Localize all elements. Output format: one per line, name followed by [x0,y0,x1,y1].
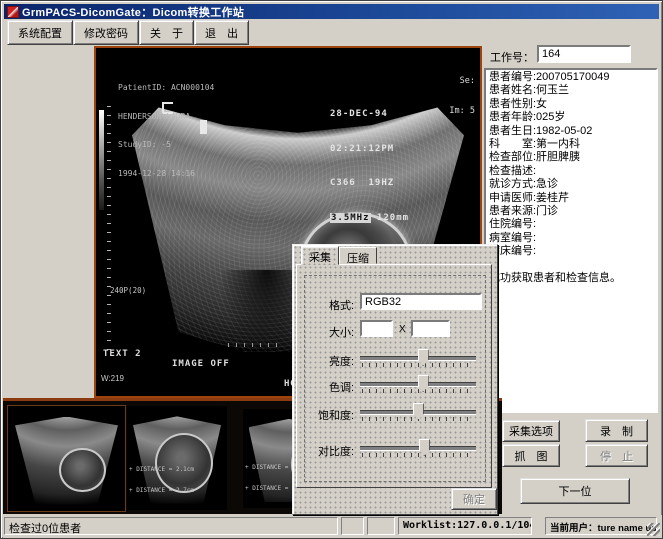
series-overlay: Se: Im: 5 [434,56,475,136]
patient-info-line: 申请医师:姜桂芹 [489,192,653,205]
patient-info-line: 患者年龄:025岁 [489,111,653,124]
depth-ruler [107,106,111,358]
size-width-input[interactable] [360,320,393,337]
saturation-label: 饱和度: [318,407,354,423]
format-label: 格式: [329,297,354,313]
status-worklist: Worklist:127.0.0.1/104 [398,517,532,535]
capture-tab-page: 格式: 大小: X 亮度: 色调: 饱和度: 对比度: [296,264,492,488]
size-label: 大小: [329,324,354,340]
tab-compress[interactable]: 压缩 [339,247,377,264]
patient-info-line: 检查部位:肝胆脾胰 [489,151,653,164]
patient-info-line: 患者来源:门诊 [489,205,653,218]
patient-info-line: 住院编号: [489,218,653,231]
tab-capture[interactable]: 采集 [301,246,339,265]
menu-about-button[interactable]: 关 于 [139,20,194,45]
work-number-label: 工作号： [490,49,534,65]
depth-label: 240P(20) [110,286,146,295]
patient-info-line: 患者姓名:何玉兰 [489,84,653,97]
contrast-slider[interactable] [360,439,480,460]
size-height-input[interactable] [411,320,450,337]
patient-info-line: 病床编号: [489,245,653,258]
status-bar: 检查过0位患者 Worklist:127.0.0.1/104 当前用户：ture… [3,515,662,538]
patient-info-line: 患者性别:女 [489,98,653,111]
app-icon [7,6,19,18]
menu-change-password-button[interactable]: 修改密码 [73,20,139,45]
resize-grip[interactable] [647,523,660,536]
format-input[interactable] [360,293,482,310]
window-level-overlay: W:219 L:109 Size: 640x480p2 [101,353,161,396]
status-checked-patients: 检查过0位患者 [4,517,338,535]
status-pane-empty-1 [341,517,364,535]
menu-bar: 系统配置 修改密码 关 于 退 出 [7,20,249,40]
status-pane-empty-2 [367,517,395,535]
brightness-slider[interactable] [360,349,480,370]
hue-slider[interactable] [360,375,480,396]
patient-info-line: 检查描述: [489,165,653,178]
status-current-user: 当前用户：ture name us1 [545,517,657,535]
saturation-slider[interactable] [360,403,480,424]
hue-label: 色调: [329,379,354,395]
capture-settings-dialog: 采集 压缩 格式: 大小: X 亮度: 色调: 饱和度: [292,244,498,515]
patient-info-line: 科 室:第一内科 [489,138,653,151]
patient-info-line: 患者编号:200705170049 [489,71,653,84]
thumbnail-2[interactable]: + DISTANCE = 2.1cm + DISTANCE = 2.7cm [127,406,227,510]
distance-caption: + DISTANCE = 2.1cm + DISTANCE = 2.7cm [129,452,194,508]
patient-info-listbox[interactable]: 患者编号:200705170049 患者姓名:何玉兰 患者性别:女 患者年龄:0… [484,68,658,413]
app-window: GrmPACS-DicomGate：Dicom转换工作站 系统配置 修改密码 关… [0,0,663,539]
frequency-value: 3.5MHz [330,213,371,223]
brightness-label: 亮度: [329,353,354,369]
size-separator: X [399,324,406,335]
stop-button[interactable]: 停 止 [585,444,648,467]
thumbnail-1[interactable] [7,405,126,512]
tick-marks [228,343,280,347]
capture-options-button[interactable]: 采集选项 [502,420,560,442]
status-message: 成功获取患者和检查信息。 [489,272,653,285]
window-title: GrmPACS-DicomGate：Dicom转换工作站 [22,4,244,20]
menu-system-config-button[interactable]: 系统配置 [7,20,73,45]
patient-info-line: 就诊方式:急诊 [489,178,653,191]
title-bar: GrmPACS-DicomGate：Dicom转换工作站 [4,4,659,19]
patient-info-line: 病室编号: [489,232,653,245]
grayscale-bar [99,110,104,210]
patient-id-overlay: PatientID: ACN000104 HENDERSON\LAURA Stu… [118,64,214,197]
grab-image-button[interactable]: 抓 图 [502,444,560,467]
contrast-label: 对比度: [318,443,354,459]
next-patient-button[interactable]: 下一位 [520,478,630,504]
patient-info-line: 患者生日:1982-05-02 [489,125,653,138]
work-number-input[interactable] [537,45,631,63]
menu-exit-button[interactable]: 退 出 [194,20,249,45]
ok-button[interactable]: 确定 [451,488,497,510]
record-button[interactable]: 录 制 [585,419,648,442]
